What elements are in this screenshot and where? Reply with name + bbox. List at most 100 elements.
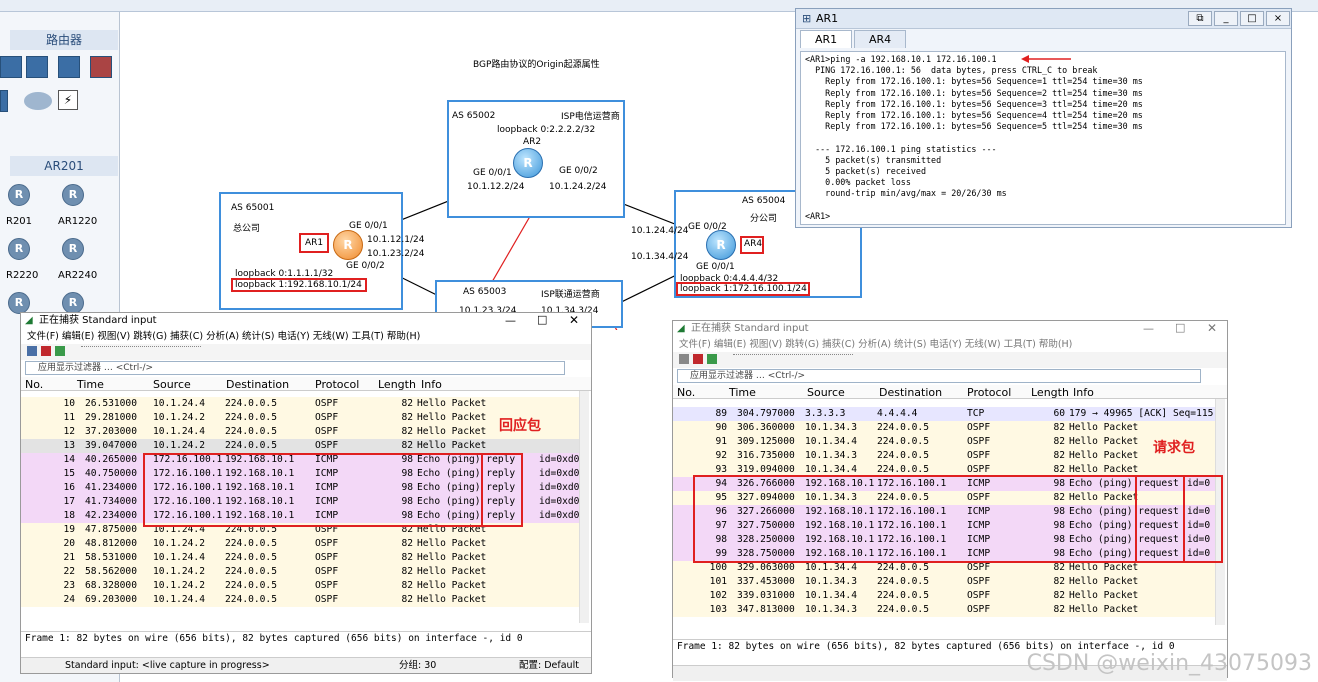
col-time[interactable]: Time bbox=[77, 378, 104, 391]
display-filter-input[interactable]: 应用显示过滤器 … <Ctrl-/> bbox=[25, 361, 565, 375]
router-name: AR1 bbox=[305, 238, 324, 248]
cell-dst: 224.0.0.5 bbox=[225, 566, 277, 577]
cell-no: 22 bbox=[63, 566, 75, 577]
minimize-button[interactable]: _ bbox=[1214, 11, 1238, 26]
device-icon[interactable] bbox=[0, 90, 8, 112]
main-toolbar[interactable] bbox=[21, 344, 591, 360]
col-no[interactable]: No. bbox=[677, 386, 695, 399]
router-icon[interactable]: R bbox=[62, 238, 84, 260]
col-no[interactable]: No. bbox=[25, 378, 43, 391]
col-destination[interactable]: Destination bbox=[226, 378, 289, 391]
main-toolbar[interactable] bbox=[673, 352, 1227, 368]
interface-label: GE 0/0/2 bbox=[346, 261, 385, 271]
router-ar2-icon[interactable]: R bbox=[513, 148, 543, 178]
toolbar-icons[interactable] bbox=[733, 354, 853, 364]
col-length[interactable]: Length bbox=[1031, 386, 1069, 399]
packet-row[interactable]: 23 68.328000 10.1.24.2 224.0.0.5 OSPF 82 Hello… bbox=[21, 579, 581, 593]
router-icon[interactable]: R bbox=[8, 184, 30, 206]
tab-ar4[interactable]: AR4 bbox=[854, 30, 907, 48]
cell-no: 11 bbox=[63, 412, 75, 423]
packet-row[interactable]: 24 69.203000 10.1.24.4 224.0.0.5 OSPF 82 Hello… bbox=[21, 593, 581, 607]
display-filter-input[interactable]: 应用显示过滤器 … <Ctrl-/> bbox=[677, 369, 1201, 383]
packet-row[interactable]: 12 37.203000 10.1.24.4 224.0.0.5 OSPF 82 Hello… bbox=[21, 425, 581, 439]
device-category-ar201[interactable]: AR201 bbox=[10, 156, 118, 176]
shark-fin-icon[interactable] bbox=[27, 346, 37, 356]
cell-len: 82 bbox=[401, 412, 413, 423]
packet-row[interactable]: 100 329.063000 10.1.34.4 224.0.0.5 OSPF 82 Hel… bbox=[673, 561, 1217, 575]
cell-time: 47.875000 bbox=[85, 524, 137, 535]
cloud-icon[interactable] bbox=[24, 92, 52, 110]
cell-proto: OSPF bbox=[967, 604, 991, 615]
restart-icon[interactable] bbox=[55, 346, 65, 356]
toolbar-icons[interactable] bbox=[81, 346, 201, 356]
col-protocol[interactable]: Protocol bbox=[315, 378, 359, 391]
device-icon[interactable] bbox=[58, 56, 80, 78]
packet-row[interactable]: 90 306.360000 10.1.34.3 224.0.0.5 OSPF 82 Hell… bbox=[673, 421, 1217, 435]
cell-dst: 224.0.0.5 bbox=[225, 594, 277, 605]
packet-row[interactable]: 101 337.453000 10.1.34.3 224.0.0.5 OSPF 82 Hel… bbox=[673, 575, 1217, 589]
packet-row[interactable]: 91 309.125000 10.1.34.4 224.0.0.5 OSPF 82 Hell… bbox=[673, 435, 1217, 449]
packet-row[interactable]: 22 58.562000 10.1.24.2 224.0.0.5 OSPF 82 Hello… bbox=[21, 565, 581, 579]
menu-bar[interactable]: 文件(F) 编辑(E) 视图(V) 跳转(G) 捕获(C) 分析(A) 统计(S… bbox=[673, 337, 1227, 352]
col-destination[interactable]: Destination bbox=[879, 386, 942, 399]
menu-bar[interactable]: 文件(F) 编辑(E) 视图(V) 跳转(G) 捕获(C) 分析(A) 统计(S… bbox=[21, 329, 591, 344]
restore-icon[interactable]: ⧉ bbox=[1188, 11, 1212, 26]
packet-row[interactable]: 92 316.735000 10.1.34.3 224.0.0.5 OSPF 82 Hell… bbox=[673, 449, 1217, 463]
packet-row[interactable]: 102 339.031000 10.1.34.4 224.0.0.5 OSPF 82 Hel… bbox=[673, 589, 1217, 603]
stop-icon[interactable] bbox=[41, 346, 51, 356]
packet-row[interactable]: 89 304.797000 3.3.3.3 4.4.4.4 TCP 60 179 → 499… bbox=[673, 407, 1217, 421]
cell-proto: OSPF bbox=[315, 426, 339, 437]
cell-time: 39.047000 bbox=[85, 440, 137, 451]
packet-row[interactable]: 20 48.812000 10.1.24.2 224.0.0.5 OSPF 82 Hello… bbox=[21, 537, 581, 551]
device-icon[interactable] bbox=[0, 56, 22, 78]
terminal-output[interactable]: <AR1>ping -a 192.168.10.1 172.16.100.1 P… bbox=[800, 51, 1286, 225]
cell-info: Hello Packet bbox=[1069, 604, 1139, 615]
col-source[interactable]: Source bbox=[807, 386, 845, 399]
router-icon[interactable]: R bbox=[62, 292, 84, 314]
col-protocol[interactable]: Protocol bbox=[967, 386, 1011, 399]
col-info[interactable]: Info bbox=[1073, 386, 1094, 399]
restart-icon[interactable] bbox=[707, 354, 717, 364]
maximize-button[interactable]: □ bbox=[1175, 321, 1185, 334]
maximize-button[interactable]: □ bbox=[537, 313, 547, 326]
router-ar1-icon[interactable]: R bbox=[333, 230, 363, 260]
minimize-button[interactable]: — bbox=[1143, 322, 1154, 335]
col-info[interactable]: Info bbox=[421, 378, 442, 391]
packet-row[interactable]: 10 26.531000 10.1.24.4 224.0.0.5 OSPF 82 Hello… bbox=[21, 397, 581, 411]
console-titlebar[interactable]: ⊞ AR1 ⧉ _ □ × bbox=[796, 9, 1291, 29]
cell-extra: id=0xd0 bbox=[539, 468, 580, 479]
cell-src: 10.1.24.4 bbox=[153, 426, 205, 437]
device-icon[interactable] bbox=[26, 56, 48, 78]
device-category-router[interactable]: 路由器 bbox=[10, 30, 118, 50]
cell-dst: 224.0.0.5 bbox=[877, 562, 929, 573]
packet-row[interactable]: 21 58.531000 10.1.24.4 224.0.0.5 OSPF 82 Hello… bbox=[21, 551, 581, 565]
packet-list-scrollbar[interactable] bbox=[579, 391, 589, 623]
col-length[interactable]: Length bbox=[378, 378, 416, 391]
packet-row[interactable]: 11 29.281000 10.1.24.2 224.0.0.5 OSPF 82 Hello… bbox=[21, 411, 581, 425]
router-icon[interactable]: R bbox=[8, 238, 30, 260]
shark-fin-icon[interactable] bbox=[679, 354, 689, 364]
col-source[interactable]: Source bbox=[153, 378, 191, 391]
cell-time: 306.360000 bbox=[737, 422, 795, 433]
router-icon[interactable]: R bbox=[8, 292, 30, 314]
packet-detail[interactable]: Frame 1: 82 bytes on wire (656 bits), 82… bbox=[21, 631, 591, 645]
device-icon[interactable] bbox=[90, 56, 112, 78]
packet-row[interactable]: 13 39.047000 10.1.24.2 224.0.0.5 OSPF 82 Hello… bbox=[21, 439, 581, 453]
close-button[interactable]: ✕ bbox=[1207, 321, 1217, 335]
packet-row[interactable]: 103 347.813000 10.1.34.3 224.0.0.5 OSPF 82 Hel… bbox=[673, 603, 1217, 617]
router-name: AR2 bbox=[523, 137, 542, 147]
router-ar4-icon[interactable]: R bbox=[706, 230, 736, 260]
stop-icon[interactable] bbox=[693, 354, 703, 364]
cell-src: 10.1.24.4 bbox=[153, 398, 205, 409]
maximize-button[interactable]: □ bbox=[1240, 11, 1264, 26]
minimize-button[interactable]: — bbox=[505, 314, 516, 327]
col-time[interactable]: Time bbox=[729, 386, 756, 399]
router-icon[interactable]: R bbox=[62, 184, 84, 206]
tab-ar1[interactable]: AR1 bbox=[800, 30, 853, 48]
close-button[interactable]: ✕ bbox=[569, 313, 579, 327]
bolt-icon[interactable]: ⚡ bbox=[58, 90, 78, 110]
status-profile[interactable]: 配置: Default bbox=[519, 658, 579, 673]
cell-dst: 224.0.0.5 bbox=[225, 580, 277, 591]
cell-proto: OSPF bbox=[967, 422, 991, 433]
close-button[interactable]: × bbox=[1266, 11, 1290, 26]
